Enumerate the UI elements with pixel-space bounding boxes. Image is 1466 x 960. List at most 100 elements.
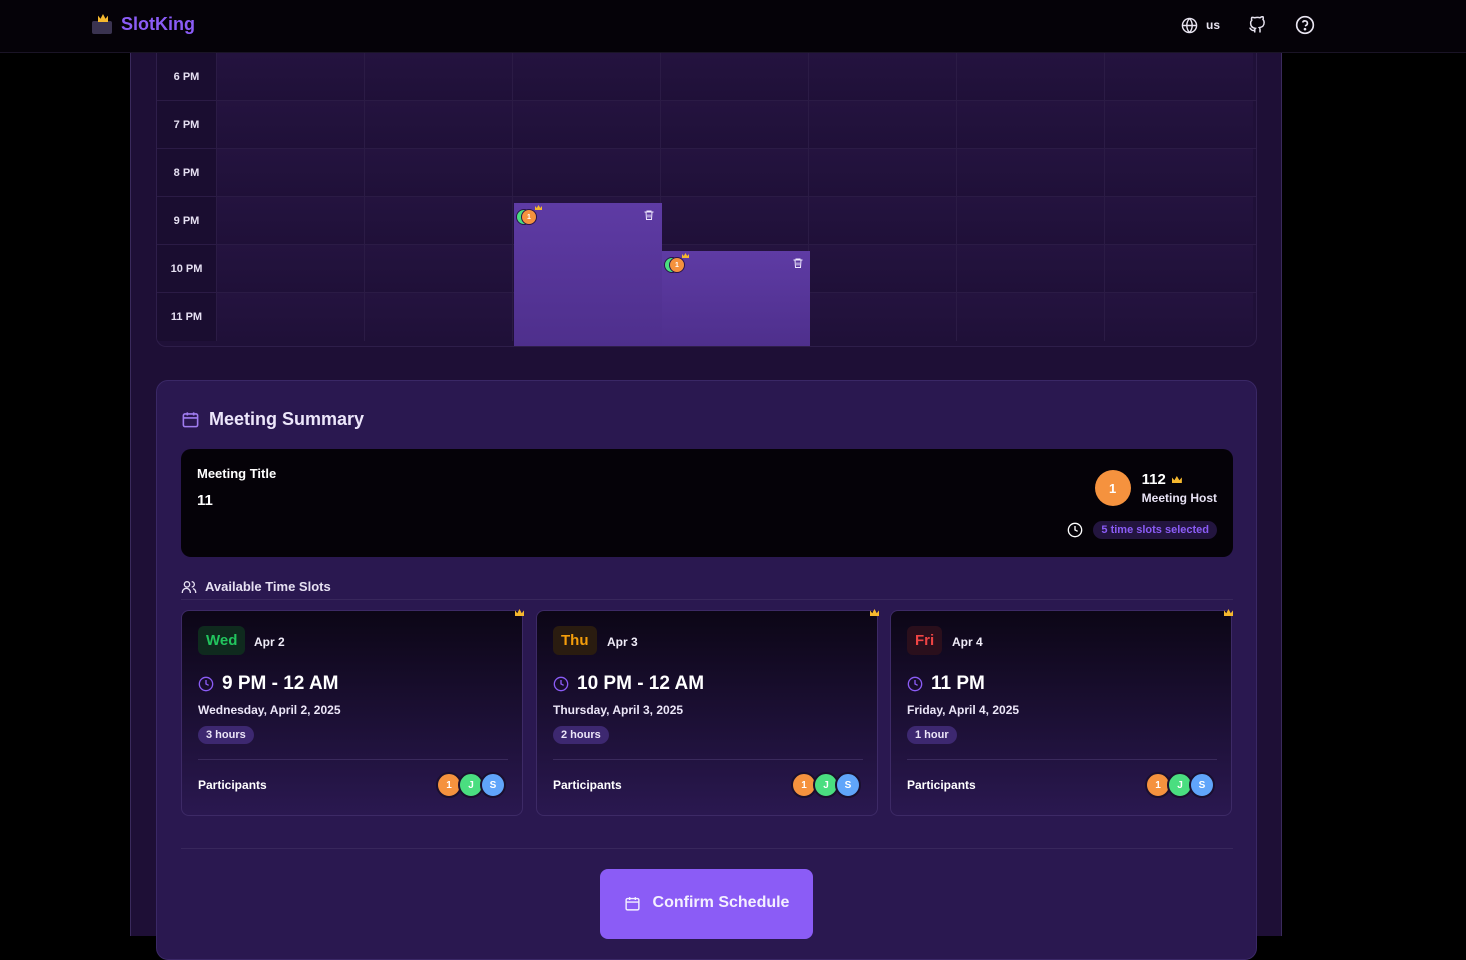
- calendar-cell[interactable]: [661, 53, 809, 101]
- calendar-cell[interactable]: [809, 245, 957, 293]
- time-label: 7 PM: [157, 101, 217, 149]
- calendar-cell[interactable]: [809, 293, 957, 341]
- trash-icon[interactable]: [792, 257, 804, 269]
- calendar-cell[interactable]: [365, 53, 513, 101]
- host-role: Meeting Host: [1141, 491, 1217, 505]
- calendar-cell[interactable]: [217, 101, 365, 149]
- calendar-cell[interactable]: [957, 197, 1105, 245]
- day-tag: Fri: [907, 626, 943, 655]
- calendar-cell[interactable]: [365, 197, 513, 245]
- brand-logo-link[interactable]: SlotKing: [91, 13, 195, 35]
- calendar-cell[interactable]: [513, 149, 661, 197]
- trash-icon[interactable]: [643, 209, 655, 221]
- calendar-cell[interactable]: [957, 101, 1105, 149]
- grid-row: 8 PM: [157, 148, 1256, 197]
- globe-icon: [1181, 17, 1198, 33]
- crown-icon: [870, 609, 879, 616]
- calendar-cell[interactable]: [217, 245, 365, 293]
- github-icon: [1249, 16, 1265, 33]
- slot-full-date: Wednesday, April 2, 2025: [198, 703, 341, 717]
- participants-label: Participants: [198, 778, 267, 792]
- calendar-cell[interactable]: [365, 149, 513, 197]
- calendar-cell[interactable]: [809, 197, 957, 245]
- calendar-cell[interactable]: [957, 53, 1105, 101]
- avatar: S: [1189, 772, 1215, 798]
- calendar-cell[interactable]: [365, 293, 513, 341]
- divider: [198, 759, 508, 760]
- calendar-cell[interactable]: [1105, 245, 1253, 293]
- calendar-cell[interactable]: [1105, 197, 1253, 245]
- calendar-cell[interactable]: [1105, 149, 1253, 197]
- meeting-info-box: Meeting Title 11 1 112 Meeting Host 5 ti…: [181, 449, 1233, 557]
- language-selector[interactable]: us: [1181, 17, 1220, 34]
- calendar-cell[interactable]: [217, 293, 365, 341]
- calendar-cell[interactable]: [957, 293, 1105, 341]
- slot-date: Apr 3: [607, 635, 638, 649]
- calendar-cell[interactable]: [217, 197, 365, 245]
- host-avatar: 1: [1094, 470, 1131, 506]
- github-link[interactable]: [1246, 14, 1268, 36]
- duration-badge: 2 hours: [553, 726, 609, 744]
- time-slot-card[interactable]: Wed Apr 2 9 PM - 12 AM Wednesday, April …: [181, 609, 524, 816]
- calendar-cell[interactable]: [513, 53, 661, 101]
- calendar-cell[interactable]: [957, 245, 1105, 293]
- grid-row: 7 PM: [157, 100, 1256, 149]
- clock-icon: [198, 676, 214, 692]
- crown-icon: [515, 609, 524, 616]
- calendar-cell[interactable]: [809, 149, 957, 197]
- participants-label: Participants: [553, 778, 622, 792]
- calendar-cell[interactable]: [365, 101, 513, 149]
- confirm-schedule-button[interactable]: Confirm Schedule: [600, 869, 813, 939]
- calendar-cell[interactable]: [1105, 101, 1253, 149]
- available-slots-label: Available Time Slots: [205, 579, 331, 594]
- help-icon: [1295, 15, 1315, 35]
- slot-time-range: 11 PM: [931, 673, 985, 694]
- calendar-cell[interactable]: [217, 53, 365, 101]
- time-label: 9 PM: [157, 197, 217, 245]
- avatar: S: [835, 772, 861, 798]
- avatar: S: [480, 772, 506, 798]
- calendar-cell[interactable]: [513, 101, 661, 149]
- calendar-cell[interactable]: [1105, 293, 1253, 341]
- calendar-cell[interactable]: [809, 101, 957, 149]
- day-tag: Thu: [553, 626, 597, 655]
- calendar-cell[interactable]: [957, 149, 1105, 197]
- crown-icon: [1171, 476, 1182, 483]
- participant-avatars: 1 J S: [791, 772, 861, 798]
- calendar-cell[interactable]: [217, 149, 365, 197]
- slot-full-date: Thursday, April 3, 2025: [553, 703, 684, 717]
- day-tag: Wed: [198, 626, 246, 655]
- calendar-cell[interactable]: [1105, 53, 1253, 101]
- avatar: 1: [521, 209, 537, 225]
- users-icon: [181, 580, 197, 593]
- crown-box-logo-icon: [91, 13, 113, 35]
- divider: [907, 759, 1217, 760]
- calendar-cell[interactable]: [809, 53, 957, 101]
- time-label: 6 PM: [157, 53, 217, 101]
- calendar-cell[interactable]: [661, 149, 809, 197]
- grid-row: 6 PM: [157, 53, 1256, 101]
- calendar-cell[interactable]: [661, 197, 809, 245]
- time-label: 11 PM: [157, 293, 217, 341]
- participant-avatars: 1 J S: [1145, 772, 1215, 798]
- slot-avatars: 1: [516, 209, 537, 225]
- clock-icon: [907, 676, 923, 692]
- time-label: 8 PM: [157, 149, 217, 197]
- top-navbar: SlotKing us: [0, 0, 1466, 53]
- calendar-icon: [182, 412, 199, 428]
- slot-time-range: 9 PM - 12 AM: [222, 673, 339, 694]
- calendar-cell[interactable]: [365, 245, 513, 293]
- language-code: us: [1205, 18, 1220, 32]
- meeting-title-label: Meeting Title: [197, 466, 277, 481]
- help-button[interactable]: [1294, 14, 1316, 36]
- calendar-cell[interactable]: [661, 101, 809, 149]
- slot-avatars: 1: [664, 257, 685, 273]
- time-label: 10 PM: [157, 245, 217, 293]
- time-slot-card[interactable]: Thu Apr 3 10 PM - 12 AM Thursday, April …: [536, 609, 879, 816]
- summary-title: Meeting Summary: [209, 409, 365, 429]
- confirm-label: Confirm Schedule: [652, 894, 790, 911]
- participant-avatars: 1 J S: [436, 772, 506, 798]
- time-slot-card[interactable]: Fri Apr 4 11 PM Friday, April 4, 2025 1 …: [890, 609, 1233, 816]
- meeting-host: 1 112 Meeting Host: [1094, 470, 1217, 506]
- main-panel: 6 PM 7 PM 8 PM 9 PM 10 PM 11 PM 1 1 Meet…: [130, 53, 1282, 960]
